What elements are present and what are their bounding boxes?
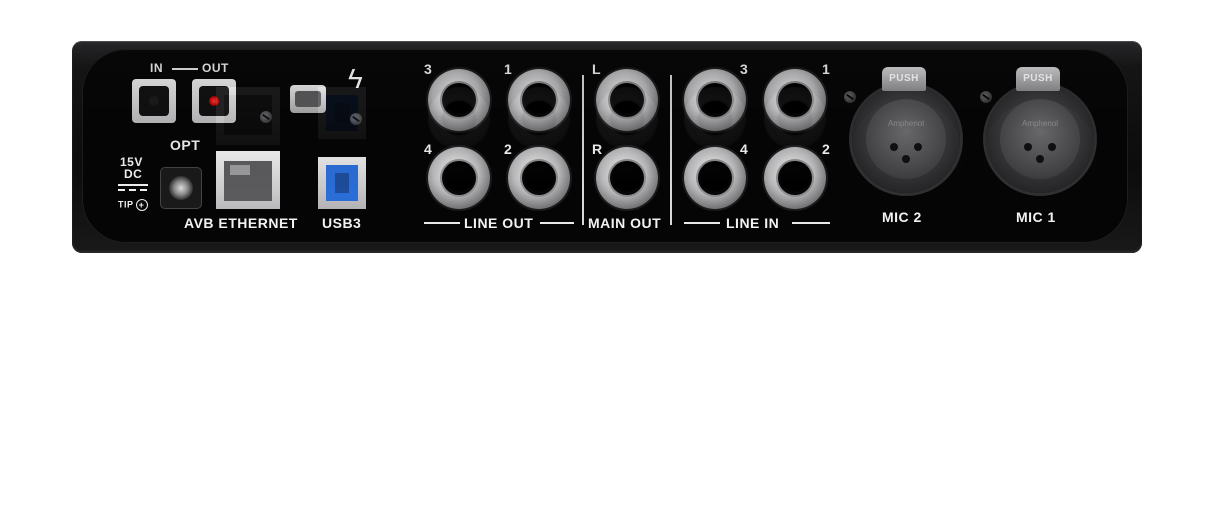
product-scene: IN OUT OPT ϟ 15V DC TIP+ AVB ETHERNET: [0, 0, 1214, 524]
floor-reflection: [72, 43, 1142, 255]
